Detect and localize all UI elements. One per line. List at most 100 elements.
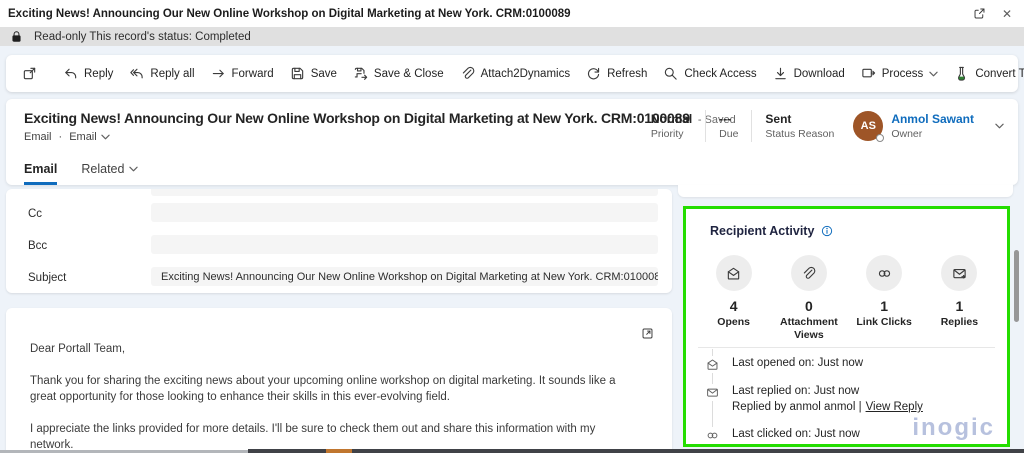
inogic-watermark: inogic	[912, 414, 995, 441]
replies-label: Replies	[940, 316, 979, 328]
priority-label: Priority	[650, 128, 684, 140]
tab-related-label: Related	[81, 162, 125, 176]
convert-to-button[interactable]: Convert To	[946, 61, 1024, 87]
header-divider	[705, 110, 707, 142]
cc-input[interactable]	[151, 203, 658, 222]
last-opened-text: Last opened on: Just now	[732, 357, 864, 369]
vertical-scrollbar-thumb[interactable]	[1014, 250, 1019, 322]
save-icon	[291, 67, 303, 80]
stat-icon-circle	[941, 255, 978, 291]
last-clicked-text: Last clicked on: Just now	[732, 428, 860, 440]
status-reason-field: Sent Status Reason	[765, 112, 834, 140]
header-expand-chevron-icon[interactable]	[995, 123, 1004, 129]
email-paragraph: Thank you for sharing the exciting news …	[30, 375, 616, 403]
recipient-activity-title-row: Recipient Activity	[710, 224, 833, 238]
titlebar-actions: ✕	[973, 7, 1012, 21]
reply-all-button[interactable]: Reply all	[121, 61, 202, 87]
refresh-icon	[588, 67, 600, 80]
replied-by-text: Replied by anmol anmol |	[732, 401, 862, 413]
stat-replies: 1 Replies	[922, 255, 997, 342]
tab-related[interactable]: Related	[81, 162, 139, 185]
to-field-input-partial[interactable]	[151, 189, 658, 196]
save-label: Save	[310, 67, 337, 80]
panel-divider	[698, 347, 995, 348]
process-icon	[862, 68, 875, 78]
popout-record-icon	[23, 67, 36, 80]
download-button[interactable]: Download	[765, 61, 853, 87]
last-replied-text: Last replied on: Just now	[732, 385, 860, 397]
cc-label: Cc	[28, 208, 43, 220]
record-header: Exciting News! Announcing Our New Online…	[6, 99, 1018, 185]
owner-name-link[interactable]: Anmol Sawant	[891, 112, 974, 126]
link-clicks-label: Link Clicks	[856, 316, 912, 328]
reply-all-icon	[130, 68, 144, 79]
due-label: Due	[719, 128, 739, 140]
envelope-reply-icon	[953, 268, 966, 278]
owner-label: Owner	[891, 128, 923, 140]
stat-attachment-views: 0 Attachment Views	[771, 255, 846, 342]
view-reply-link[interactable]: View Reply	[866, 401, 923, 413]
chevron-down-icon	[129, 166, 139, 172]
form-tabs: Email Related	[24, 162, 139, 185]
forward-button[interactable]: Forward	[203, 61, 282, 87]
envelope-open-icon	[704, 356, 721, 373]
save-and-close-button[interactable]: Save & Close	[345, 61, 452, 87]
timeline-clicked-row: Last clicked on: Just now	[704, 427, 860, 444]
presence-indicator	[876, 134, 885, 142]
opens-count: 4	[729, 298, 738, 314]
link-clicks-count: 1	[880, 298, 889, 314]
taskbar-edge	[248, 449, 1024, 453]
timeline-replied-row: Last replied on: Just now Replied by anm…	[704, 384, 923, 413]
forward-icon	[212, 69, 224, 78]
refresh-button[interactable]: Refresh	[578, 61, 655, 87]
subject-input[interactable]: Exciting News! Announcing Our New Online…	[151, 267, 658, 286]
save-and-close-icon	[354, 67, 368, 80]
reply-button[interactable]: Reply	[55, 61, 121, 87]
tab-email-label: Email	[24, 162, 58, 176]
recipient-activity-title: Recipient Activity	[710, 224, 815, 238]
attachment-views-label: Attachment Views	[779, 316, 838, 341]
window-title: Exciting News! Announcing Our New Online…	[8, 7, 571, 20]
stat-icon-circle	[866, 255, 903, 291]
check-access-button[interactable]: Check Access	[655, 61, 764, 87]
popout-window-icon[interactable]	[973, 7, 986, 20]
attachment-views-count: 0	[804, 298, 813, 314]
entity-type-label: Email	[24, 131, 52, 143]
email-fields-card: Cc Bcc Subject Exciting News! Announcing…	[6, 189, 672, 293]
convert-to-icon	[958, 66, 966, 81]
owner-field[interactable]: AS Anmol Sawant Owner	[853, 111, 974, 142]
process-button[interactable]: Process	[853, 61, 947, 87]
stat-link-clicks: 1 Link Clicks	[847, 255, 922, 342]
breadcrumb-separator: ·	[58, 131, 63, 143]
attach2dynamics-label: Attach2Dynamics	[480, 67, 571, 80]
priority-value: Normal	[650, 112, 693, 126]
info-icon[interactable]	[821, 225, 833, 237]
save-button[interactable]: Save	[282, 61, 345, 87]
stat-icon-circle	[715, 255, 752, 291]
due-field: --- Due	[719, 112, 738, 140]
stat-icon-circle	[790, 255, 827, 291]
bcc-input[interactable]	[151, 235, 658, 254]
chevron-down-icon	[101, 134, 110, 140]
status-reason-value: Sent	[765, 112, 792, 126]
forward-label: Forward	[231, 67, 274, 80]
browser-titlebar: Exciting News! Announcing Our New Online…	[0, 0, 1024, 27]
link-icon	[878, 269, 890, 277]
avatar[interactable]: AS	[853, 111, 885, 142]
avatar-initials: AS	[860, 120, 876, 132]
due-value: ---	[719, 112, 732, 126]
tab-email[interactable]: Email	[24, 162, 58, 185]
form-selector[interactable]: Email	[69, 131, 110, 143]
envelope-reply-icon	[704, 384, 721, 401]
expand-editor-icon[interactable]	[641, 327, 654, 340]
status-reason-label: Status Reason	[765, 128, 835, 140]
close-icon[interactable]: ✕	[1002, 7, 1012, 21]
stat-opens: 4 Opens	[696, 255, 771, 342]
record-title-row: Exciting News! Announcing Our New Online…	[24, 110, 736, 126]
expand-commandbar-button[interactable]	[14, 61, 45, 87]
process-label: Process	[881, 67, 924, 80]
convert-to-label: Convert To	[975, 67, 1024, 80]
subject-label: Subject	[28, 272, 67, 284]
attach2dynamics-button[interactable]: Attach2Dynamics	[452, 61, 578, 87]
reply-all-label: Reply all	[150, 67, 195, 80]
